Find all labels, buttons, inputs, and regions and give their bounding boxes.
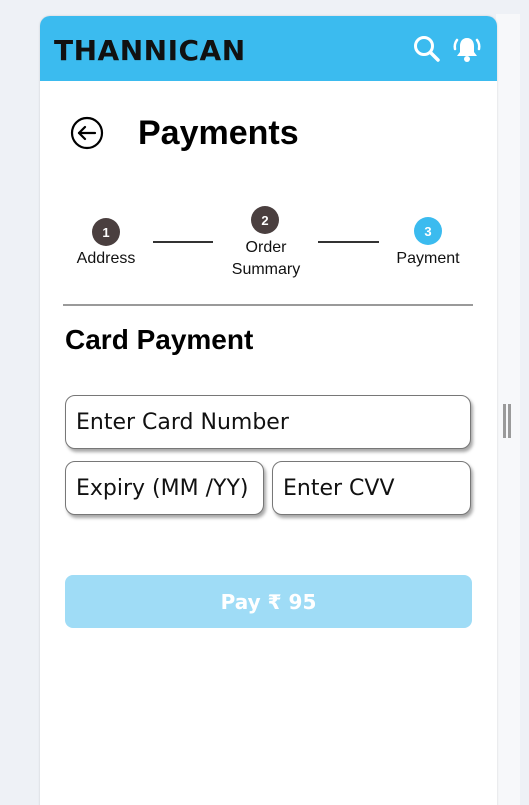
step-1-label: Address [76,250,136,267]
app-frame: THANNICAN Payments 1 Address 2 Order Sum… [40,16,497,805]
cvv-input[interactable] [272,461,471,515]
card-payment-heading: Card Payment [65,324,254,355]
search-icon[interactable] [412,34,442,64]
expiry-input[interactable] [65,461,264,515]
card-number-input[interactable] [65,395,471,449]
back-arrow-icon[interactable] [70,116,104,150]
page-title: Payments [138,114,299,152]
step-2-label: Order Summary [231,239,301,278]
step-2-badge: 2 [251,206,279,234]
resize-handle[interactable] [503,404,511,438]
divider [63,304,473,306]
app-brand: THANNICAN [54,34,246,67]
step-1-badge: 1 [92,218,120,246]
bell-ringing-icon[interactable] [452,34,482,64]
pay-button[interactable]: Pay ₹ 95 [65,575,472,628]
step-connector [318,241,379,243]
step-3-label: Payment [396,250,460,267]
step-3-badge: 3 [414,217,442,245]
step-connector [153,241,213,243]
top-app-bar: THANNICAN [40,16,497,81]
